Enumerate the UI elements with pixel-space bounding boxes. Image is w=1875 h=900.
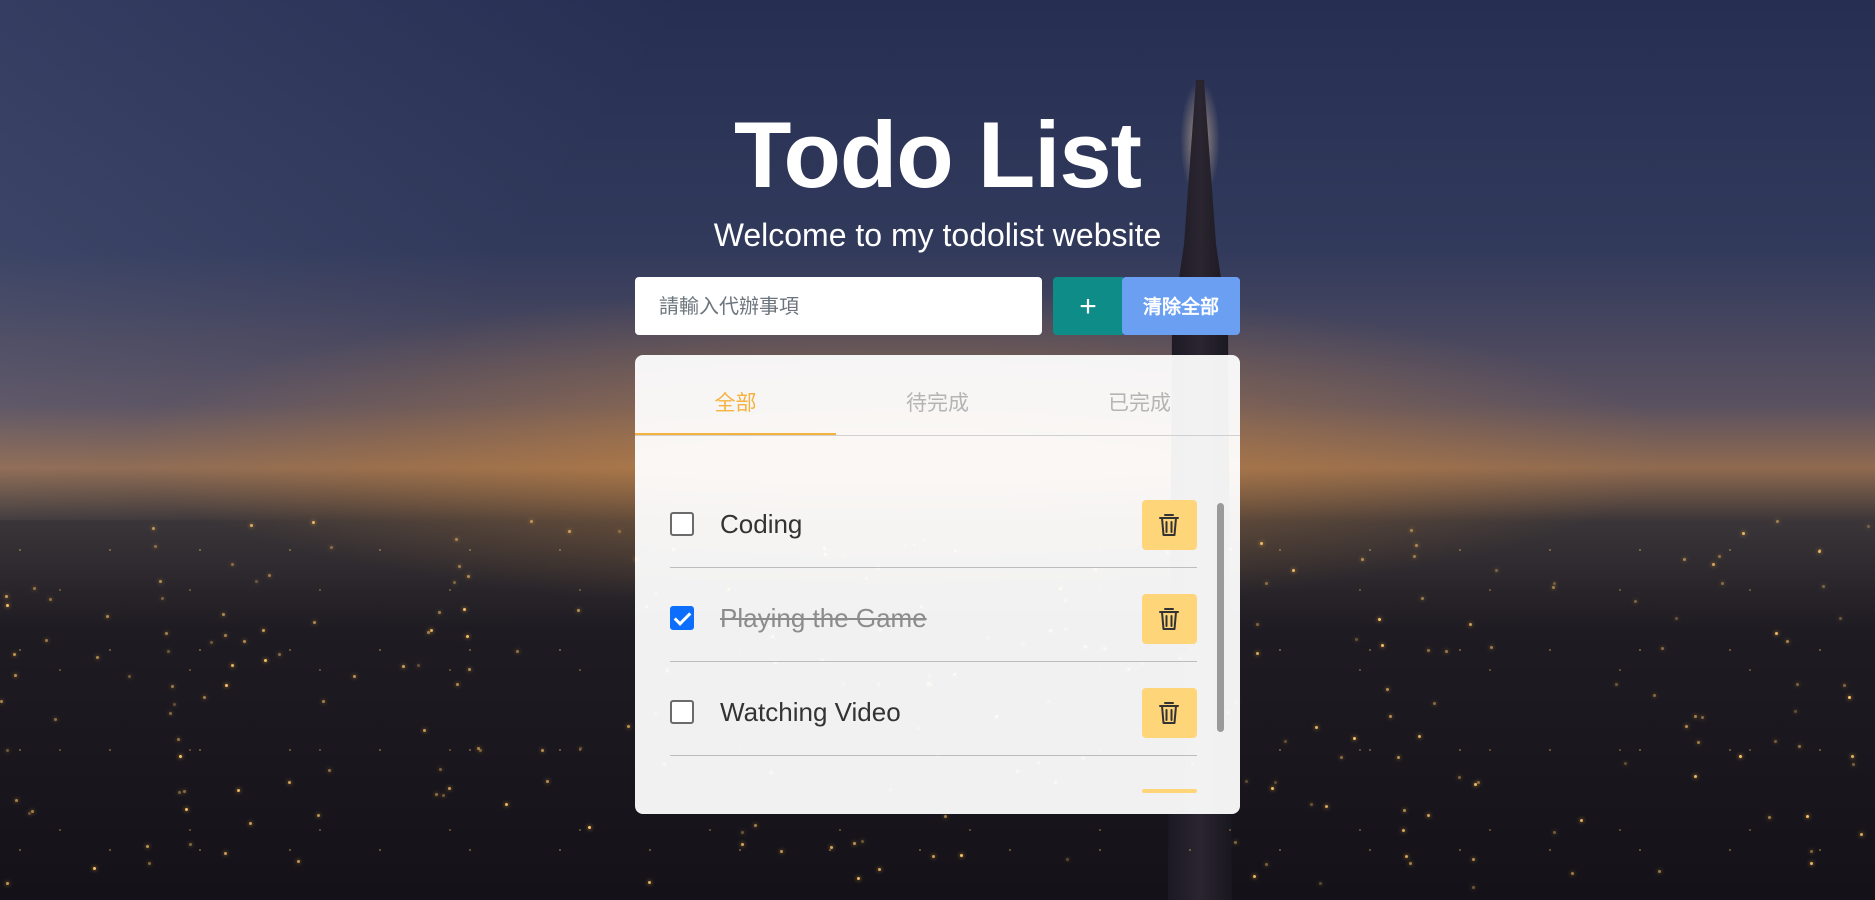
todo-text: Playing the Game bbox=[720, 603, 927, 633]
todo-text: Watching Video bbox=[720, 697, 901, 727]
plus-icon: + bbox=[1079, 290, 1097, 323]
page-subtitle: Welcome to my todolist website bbox=[713, 217, 1162, 253]
trash-icon bbox=[1159, 514, 1179, 536]
todo-item: Coding bbox=[670, 475, 1197, 568]
delete-todo-button-partial[interactable] bbox=[1142, 789, 1197, 793]
tab-completed[interactable]: 已完成 bbox=[1039, 355, 1240, 435]
todo-checkbox[interactable] bbox=[670, 512, 694, 536]
todo-item: Playing the Game bbox=[670, 569, 1197, 662]
delete-todo-button[interactable] bbox=[1142, 500, 1197, 550]
todo-checkbox[interactable] bbox=[670, 606, 694, 630]
tab-all[interactable]: 全部 bbox=[635, 355, 836, 435]
trash-icon bbox=[1159, 702, 1179, 724]
filter-tabs: 全部 待完成 已完成 bbox=[635, 355, 1240, 436]
todo-text: Coding bbox=[720, 509, 803, 539]
page-title: Todo List bbox=[734, 102, 1142, 207]
trash-icon bbox=[1159, 608, 1179, 630]
delete-todo-button[interactable] bbox=[1142, 594, 1197, 644]
tab-pending[interactable]: 待完成 bbox=[837, 355, 1038, 435]
list-scrollbar[interactable] bbox=[1217, 503, 1224, 732]
todo-item: Watching Video bbox=[670, 663, 1197, 756]
add-todo-form: + 清除全部 bbox=[635, 277, 1240, 335]
todo-checkbox[interactable] bbox=[670, 700, 694, 724]
app-container: Todo List Welcome to my todolist website… bbox=[0, 0, 1875, 900]
todo-panel: 全部 待完成 已完成 Coding Playing the Game Watch… bbox=[635, 355, 1240, 814]
add-todo-button[interactable]: + bbox=[1053, 277, 1123, 335]
todo-list: Coding Playing the Game Watching Video bbox=[635, 475, 1240, 814]
delete-todo-button[interactable] bbox=[1142, 688, 1197, 738]
todo-input[interactable] bbox=[635, 277, 1042, 335]
clear-all-button[interactable]: 清除全部 bbox=[1122, 277, 1240, 335]
